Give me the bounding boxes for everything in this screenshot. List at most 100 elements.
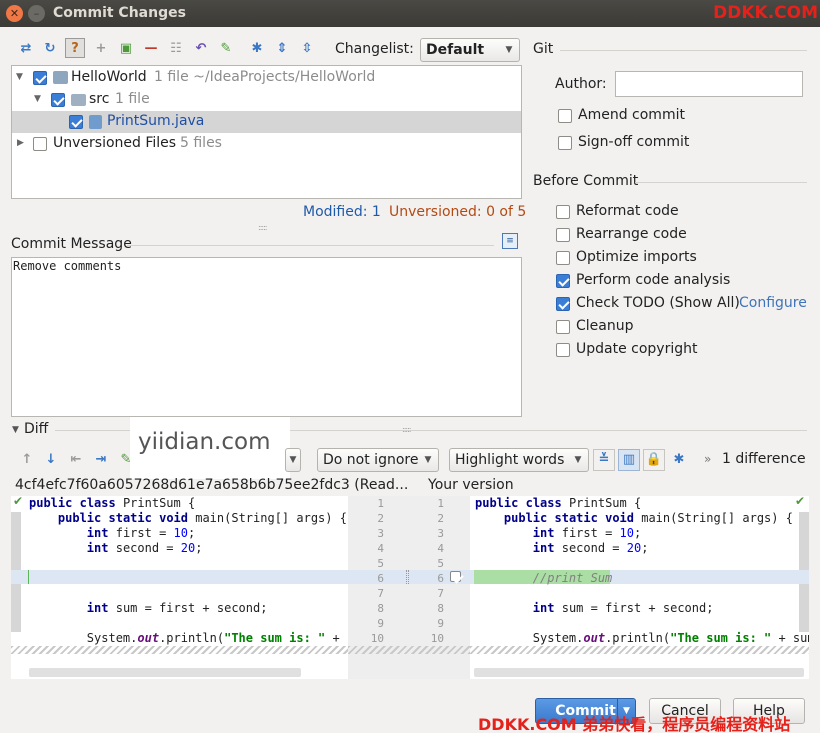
line-number: 2 <box>437 512 444 525</box>
before-commit-option-label[interactable]: Update copyright <box>576 341 697 357</box>
tree-root-label[interactable]: HelloWorld <box>71 69 147 85</box>
folded-region <box>348 646 470 654</box>
rollback-icon[interactable]: ↶ <box>191 39 211 59</box>
before-commit-checkbox[interactable] <box>556 228 570 242</box>
move-to-changelist-icon[interactable]: ? <box>65 38 85 58</box>
highlight-value: Highlight words <box>455 452 565 468</box>
more-icon[interactable]: » <box>704 452 711 466</box>
amend-commit-checkbox[interactable] <box>558 109 572 123</box>
right-editor[interactable]: public class PrintSum { public static vo… <box>470 496 809 679</box>
collapse-diff-icon[interactable]: ▼ <box>12 425 19 435</box>
expand-all-icon[interactable]: ⇕ <box>272 39 292 59</box>
before-commit-checkbox[interactable] <box>556 297 570 311</box>
refresh-icon[interactable]: ↻ <box>40 39 60 59</box>
new-changelist-icon[interactable]: ▣ <box>116 39 136 59</box>
recent-messages-icon[interactable]: ≡ <box>502 233 518 249</box>
code-line: int first = 10; <box>532 526 642 540</box>
collapse-all-icon[interactable]: ⇳ <box>297 39 317 59</box>
before-commit-checkbox[interactable] <box>556 251 570 265</box>
line-number: 8 <box>377 602 384 615</box>
before-commit-option-label[interactable]: Perform code analysis <box>576 272 730 288</box>
viewer-select[interactable]: ▼ <box>285 448 301 472</box>
signoff-commit-checkbox[interactable] <box>558 136 572 150</box>
amend-commit-label[interactable]: Amend commit <box>578 107 685 123</box>
signoff-commit-label[interactable]: Sign-off commit <box>578 134 689 150</box>
left-editor[interactable]: public class PrintSum { public static vo… <box>11 496 348 679</box>
minimize-window-button[interactable]: – <box>28 5 45 22</box>
compare-previous-file-icon[interactable]: ⇤ <box>66 450 86 470</box>
line-number: 7 <box>437 587 444 600</box>
before-commit-option-label[interactable]: Cleanup <box>576 318 634 334</box>
splitter-handle[interactable]: ::::: <box>258 223 274 232</box>
file-checkbox[interactable] <box>69 115 83 129</box>
jump-to-source-icon[interactable]: ✎ <box>216 39 236 59</box>
configure-link[interactable]: Configure <box>739 295 807 311</box>
splitter-handle[interactable]: ::::: <box>402 425 412 434</box>
change-connector <box>406 570 409 584</box>
commit-message-input[interactable]: Remove comments <box>11 257 522 417</box>
right-code: public class PrintSum { public static vo… <box>475 496 809 646</box>
collapse-unchanged-icon[interactable]: ≚ <box>593 449 615 471</box>
horizontal-scrollbar[interactable] <box>474 668 804 677</box>
separator <box>127 245 494 246</box>
before-commit-option-label[interactable]: Optimize imports <box>576 249 697 265</box>
before-commit-checkbox[interactable] <box>556 320 570 334</box>
before-commit-option-label[interactable]: Reformat code <box>576 203 679 219</box>
modified-count[interactable]: Modified: 1 <box>303 204 381 220</box>
expand-arrow-icon[interactable]: ▼ <box>34 94 41 104</box>
before-commit-option-label[interactable]: Check TODO (Show All) <box>576 295 740 311</box>
chevron-down-icon: ▼ <box>574 455 582 465</box>
commit-message-label: Commit Message <box>11 236 132 252</box>
left-line-numbers: 1 2 3 4 5 6 7 8 9 10 <box>364 496 384 646</box>
tree-file-label[interactable]: PrintSum.java <box>107 113 204 129</box>
previous-difference-icon[interactable]: ↑ <box>17 450 37 470</box>
ignore-whitespace-select[interactable]: Do not ignore ▼ <box>317 448 439 472</box>
line-number: 1 <box>377 497 384 510</box>
jump-to-source-icon[interactable]: ⇥ <box>91 450 111 470</box>
group-icon[interactable]: ☷ <box>166 39 186 59</box>
line-number: 4 <box>437 542 444 555</box>
settings-icon[interactable]: ✱ <box>247 39 267 59</box>
horizontal-scrollbar[interactable] <box>29 668 301 677</box>
close-window-button[interactable]: ✕ <box>6 5 23 22</box>
before-commit-header: Before Commit <box>533 173 639 189</box>
remove-icon[interactable]: — <box>141 39 161 59</box>
expand-arrow-icon[interactable]: ▼ <box>16 72 23 82</box>
code-line: public static void main(String[] args) { <box>503 511 793 525</box>
tree-src-info: 1 file <box>115 91 150 107</box>
show-diff-icon[interactable]: ⇄ <box>16 39 36 59</box>
before-commit-checkbox[interactable] <box>556 205 570 219</box>
code-line: int sum = first + second; <box>532 601 714 615</box>
author-input[interactable] <box>615 71 803 97</box>
next-difference-icon[interactable]: ↓ <box>41 450 61 470</box>
selected-row[interactable]: PrintSum.java <box>12 111 521 133</box>
include-change-checkbox[interactable] <box>450 571 461 582</box>
chevron-down-icon: ▼ <box>505 45 513 55</box>
code-line: public class PrintSum { <box>475 496 642 510</box>
collapse-arrow-icon[interactable]: ▶ <box>17 138 24 148</box>
before-commit-option-label[interactable]: Rearrange code <box>576 226 687 242</box>
unversioned-checkbox[interactable] <box>33 137 47 151</box>
sync-scroll-icon[interactable]: ▥ <box>618 449 640 471</box>
add-icon[interactable]: + <box>91 39 111 59</box>
src-checkbox[interactable] <box>51 93 65 107</box>
highlight-select[interactable]: Highlight words ▼ <box>449 448 589 472</box>
java-file-icon <box>89 115 102 129</box>
changelist-select[interactable]: Default ▼ <box>420 38 520 62</box>
changes-tree: ▼ HelloWorld 1 file ~/IdeaProjects/Hello… <box>11 65 522 199</box>
root-checkbox[interactable] <box>33 71 47 85</box>
lock-icon[interactable]: 🔒 <box>643 449 665 471</box>
code-line: public static void main(String[] args) { <box>57 511 347 525</box>
before-commit-checkbox[interactable] <box>556 274 570 288</box>
before-commit-checkbox[interactable] <box>556 343 570 357</box>
tree-src-label[interactable]: src <box>89 91 109 107</box>
code-line: int second = 20; <box>86 541 203 555</box>
tree-unversioned-info: 5 files <box>180 135 222 151</box>
unversioned-count[interactable]: Unversioned: 0 of 5 <box>389 204 526 220</box>
tree-unversioned-label[interactable]: Unversioned Files <box>53 135 176 151</box>
diff-settings-icon[interactable]: ✱ <box>669 450 689 470</box>
